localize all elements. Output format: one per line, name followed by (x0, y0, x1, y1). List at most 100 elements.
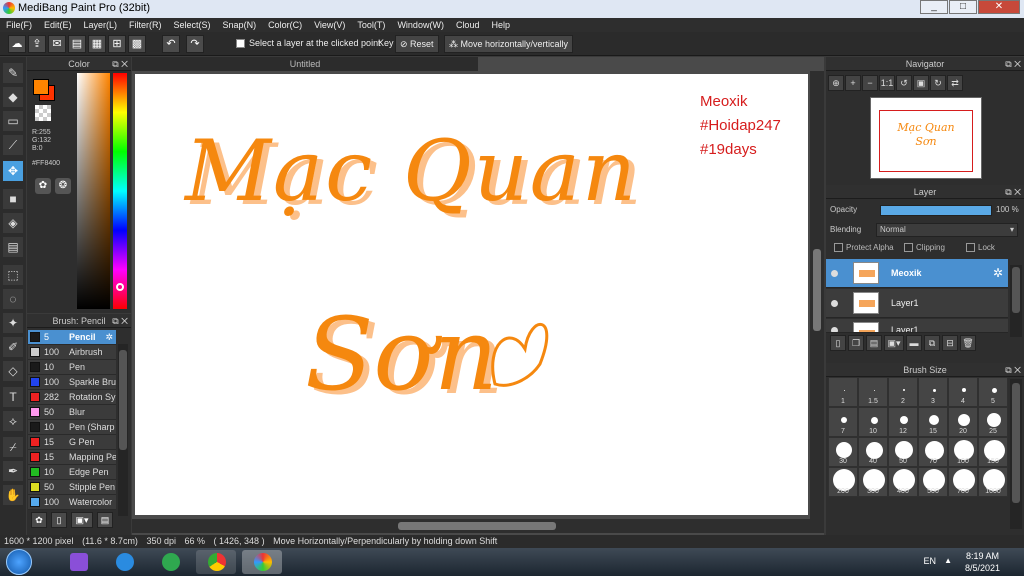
transparent-swatch[interactable] (35, 105, 51, 121)
select-eraser-icon[interactable]: ◇ (3, 361, 23, 381)
color-wheel-icon[interactable]: ❂ (55, 178, 71, 194)
move-tool-icon[interactable]: ✥ (3, 161, 23, 181)
brush-item[interactable]: 100 Watercolor (28, 495, 116, 510)
brush-size-cell[interactable]: 30 (828, 437, 858, 467)
menu-view[interactable]: View(V) (308, 18, 351, 32)
brush-size-cell[interactable]: 12 (888, 407, 918, 437)
brush-scroll-thumb[interactable] (119, 350, 127, 450)
blending-select[interactable]: Normal ▾ (876, 223, 1018, 237)
brush-panel-close-icon[interactable]: ⧉ ✕ (112, 314, 128, 328)
clipping-checkbox[interactable] (904, 243, 913, 253)
opacity-slider[interactable] (880, 205, 992, 216)
fit-window-icon[interactable]: ▣ (913, 75, 929, 91)
operation-tool-icon[interactable]: ⟡ (3, 411, 23, 431)
actual-size-icon[interactable]: 1:1 (879, 75, 895, 91)
layer-row-meoxik[interactable]: Meoxik ✲ (826, 259, 1008, 288)
menu-layer[interactable]: Layer(L) (78, 18, 124, 32)
brush-scrollbar[interactable] (118, 344, 128, 516)
language-indicator[interactable]: EN (923, 556, 936, 566)
brush-item[interactable]: 100 Sparkle Bru (28, 375, 116, 390)
layer-row-layer1-copy[interactable]: Layer1 (826, 319, 1008, 333)
brush-item[interactable]: 50 Stipple Pen (28, 480, 116, 495)
move-direction-button[interactable]: ⁂ Move horizontally/vertically (444, 35, 574, 53)
brush-size-cell[interactable]: 150 (978, 437, 1008, 467)
brush-size-cell[interactable]: 7 (828, 407, 858, 437)
comment-icon[interactable]: ✉ (48, 35, 66, 53)
canvas-vertical-scrollbar[interactable] (810, 71, 824, 523)
brush-size-cell[interactable]: 100 (948, 437, 978, 467)
brush-size-cell[interactable]: 40 (858, 437, 888, 467)
lock-option[interactable]: Lock (966, 243, 995, 253)
brush-item[interactable]: 10 Pen (Sharp (28, 420, 116, 435)
brush-item[interactable]: 282 Rotation Sy (28, 390, 116, 405)
brush-item[interactable]: 15 G Pen (28, 435, 116, 450)
minimize-button[interactable]: _ (920, 0, 948, 14)
zoom-in-icon[interactable]: + (845, 75, 861, 91)
hue-bar[interactable] (113, 73, 127, 309)
foreground-color-swatch[interactable] (33, 79, 49, 95)
close-button[interactable]: ✕ (978, 0, 1020, 14)
brush-size-cell[interactable]: 70 (918, 437, 948, 467)
taskbar-chrome[interactable] (196, 550, 236, 574)
add-brush-icon[interactable]: ▣▾ (71, 512, 93, 528)
brush-settings-icon[interactable]: ✿ (31, 512, 47, 528)
brush-item[interactable]: 5 Pencil ✲ (28, 330, 116, 345)
brush-size-cell[interactable]: 400 (888, 467, 918, 497)
clipping-option[interactable]: Clipping (904, 243, 945, 253)
brush-size-cell[interactable]: 200 (828, 467, 858, 497)
brush-item[interactable]: 10 Pen (28, 360, 116, 375)
fill-rect-tool-icon[interactable]: ■ (3, 189, 23, 209)
document-tab[interactable]: Untitled (132, 57, 478, 71)
layer-panel-close-icon[interactable]: ⧉ ✕ (1005, 185, 1021, 199)
new-brush-icon[interactable]: ▯ (51, 512, 67, 528)
brush-size-cell[interactable]: 2 (888, 377, 918, 407)
cloud-icon[interactable]: ☁ (8, 35, 26, 53)
new-layer-icon[interactable]: ▯ (830, 335, 846, 351)
flip-icon[interactable]: ⇄ (947, 75, 963, 91)
palette-icon[interactable]: ✿ (35, 178, 51, 194)
menu-cloud[interactable]: Cloud (450, 18, 486, 32)
zoom-fit-icon[interactable]: ⊕ (828, 75, 844, 91)
navigator-close-icon[interactable]: ⧉ ✕ (1005, 57, 1021, 71)
redo-icon[interactable]: ↷ (186, 35, 204, 53)
navigator-preview[interactable]: Mạc Quan Sơn (870, 97, 982, 179)
maximize-button[interactable]: □ (949, 0, 977, 14)
brush-size-cell[interactable]: 15 (918, 407, 948, 437)
menu-window[interactable]: Window(W) (391, 18, 450, 32)
canvas-horizontal-scrollbar[interactable] (132, 519, 824, 533)
menu-edit[interactable]: Edit(E) (38, 18, 78, 32)
rectangle-tool-icon[interactable]: ▭ (3, 111, 23, 131)
protect-alpha-checkbox[interactable] (834, 243, 843, 253)
panel-close-icon[interactable]: ⧉ ✕ (112, 57, 128, 71)
visibility-icon[interactable] (831, 270, 838, 277)
share-icon[interactable]: ⇪ (28, 35, 46, 53)
menu-filter[interactable]: Filter(R) (123, 18, 168, 32)
brush-size-cell[interactable]: 20 (948, 407, 978, 437)
brush-item[interactable]: 10 Edge Pen (28, 465, 116, 480)
document-icon[interactable]: ▦ (88, 35, 106, 53)
tray-arrow-icon[interactable]: ▲ (944, 556, 952, 565)
merge-layer-icon[interactable]: ⊟ (942, 335, 958, 351)
menu-help[interactable]: Help (485, 18, 516, 32)
taskbar-visual-studio[interactable] (58, 550, 98, 574)
trash-icon[interactable]: 🗑 (960, 335, 976, 351)
layer-scrollbar[interactable] (1010, 265, 1022, 337)
taskbar-internet-explorer[interactable] (104, 550, 144, 574)
gear-icon[interactable]: ✲ (105, 330, 113, 344)
folder-icon[interactable]: ▬ (906, 335, 922, 351)
layer-scroll-thumb[interactable] (1012, 267, 1020, 313)
drawing-canvas[interactable]: Mạc Quan Sơn Meoxik #Hoidap247 #19days (135, 74, 808, 515)
eyedropper-icon[interactable]: ⌿ (3, 437, 23, 457)
protect-alpha-option[interactable]: Protect Alpha (834, 243, 894, 253)
brush-properties-icon[interactable]: ▤ (97, 512, 113, 528)
gear-icon[interactable]: ✲ (993, 266, 1003, 280)
saturation-value-square[interactable] (77, 73, 110, 309)
duplicate-layer-icon[interactable]: ⧉ (924, 335, 940, 351)
hue-selector[interactable] (116, 283, 124, 291)
tiles-icon[interactable]: ▩ (128, 35, 146, 53)
eraser-tool-icon[interactable]: ◆ (3, 87, 23, 107)
brush-size-cell[interactable]: 1.5 (858, 377, 888, 407)
brush-size-cell[interactable]: 50 (888, 437, 918, 467)
menu-select[interactable]: Select(S) (168, 18, 217, 32)
menu-tool[interactable]: Tool(T) (351, 18, 391, 32)
